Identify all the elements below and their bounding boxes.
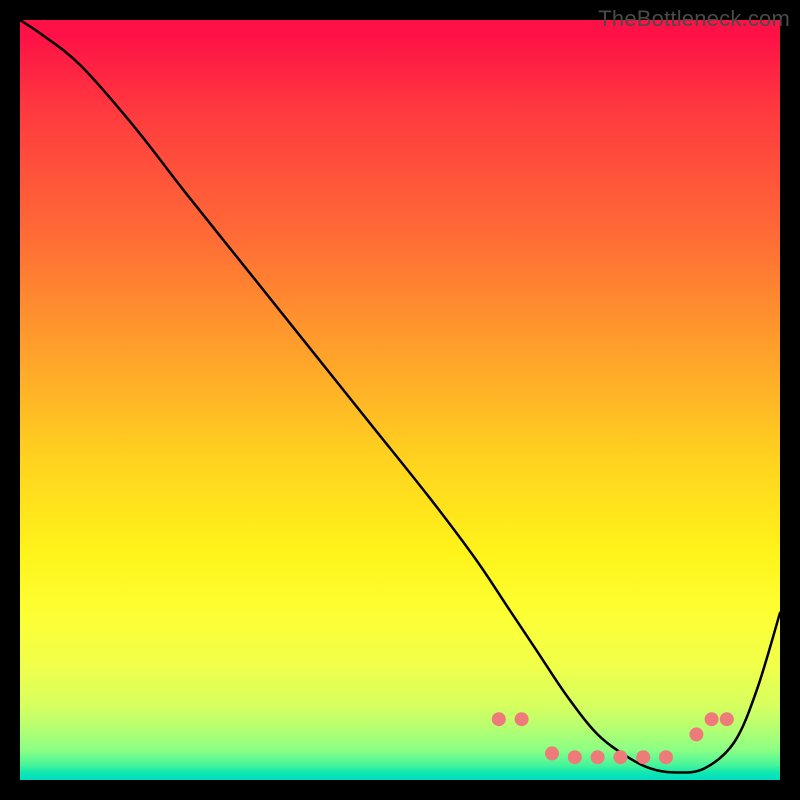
chart-canvas: TheBottleneck.com — [0, 0, 800, 800]
highlight-dot — [545, 746, 559, 760]
bottleneck-curve — [20, 20, 780, 773]
highlight-dot — [689, 727, 703, 741]
plot-area — [20, 20, 780, 780]
highlight-dot — [613, 750, 627, 764]
highlight-dot — [492, 712, 506, 726]
highlight-dot — [705, 712, 719, 726]
highlight-dot — [515, 712, 529, 726]
highlight-dots-group — [492, 712, 734, 764]
watermark-text: TheBottleneck.com — [598, 6, 790, 32]
curve-overlay — [20, 20, 780, 780]
highlight-dot — [568, 750, 582, 764]
highlight-dot — [720, 712, 734, 726]
highlight-dot — [636, 750, 650, 764]
highlight-dot — [659, 750, 673, 764]
highlight-dot — [591, 750, 605, 764]
